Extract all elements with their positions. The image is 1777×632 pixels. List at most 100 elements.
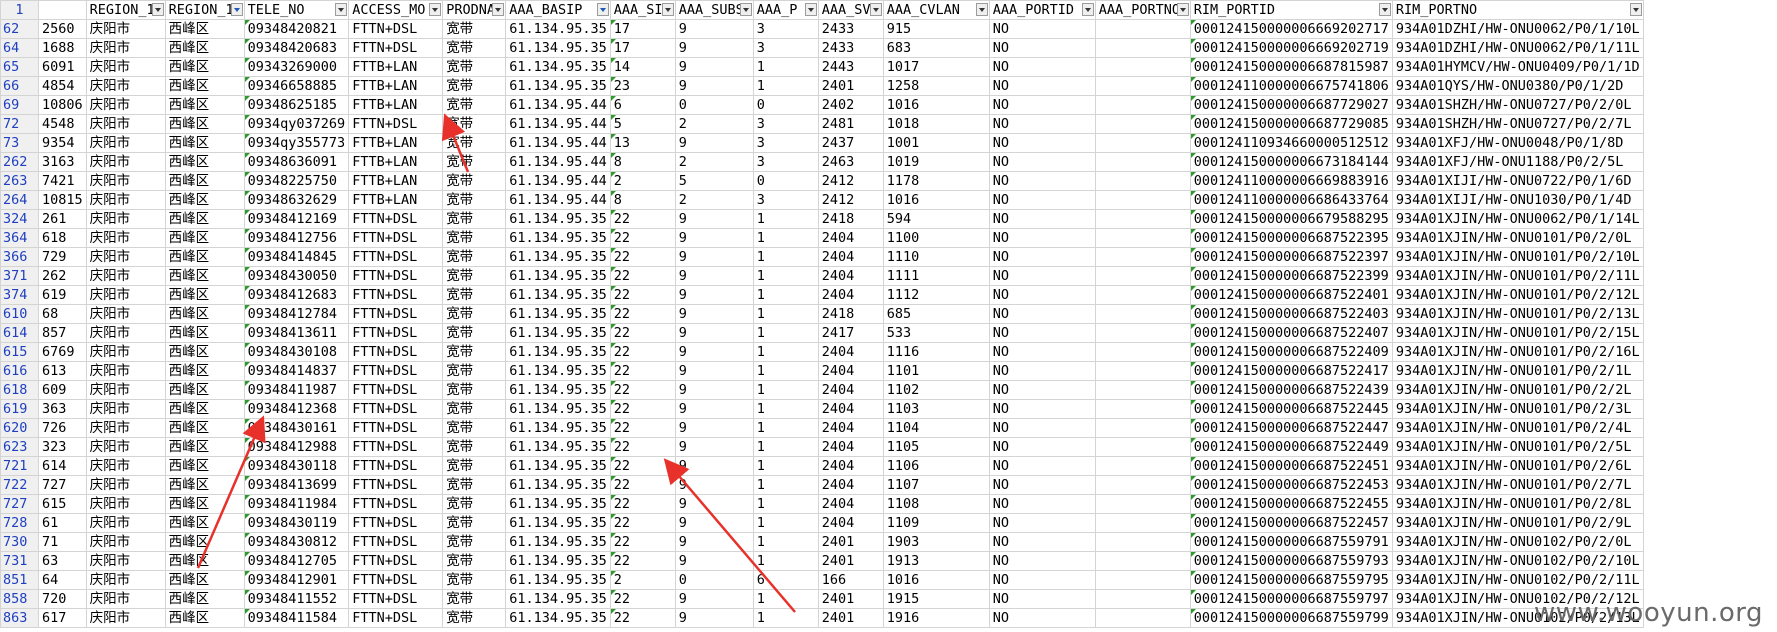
filter-dropdown-icon[interactable] — [230, 3, 243, 16]
table-cell[interactable]: 1100 — [882, 228, 990, 248]
table-cell[interactable]: 宽带 — [442, 361, 507, 381]
table-cell[interactable]: 934A01DZHI/HW-ONU0062/P0/1/11L — [1391, 38, 1644, 58]
table-cell[interactable]: 2404 — [817, 456, 884, 476]
table-cell[interactable]: 000124150000006669202719 — [1189, 38, 1393, 58]
table-cell[interactable]: 09348430119 — [243, 513, 350, 533]
table-cell[interactable]: 934A01XJIN/HW-ONU0101/P0/2/12L — [1391, 285, 1644, 305]
table-cell[interactable]: 613 — [38, 361, 87, 381]
table-cell[interactable]: 0 — [674, 570, 754, 590]
table-cell[interactable]: 西峰区 — [164, 285, 245, 305]
table-cell[interactable]: 726 — [38, 418, 87, 438]
table-cell[interactable]: 000124150000006687522449 — [1189, 437, 1393, 457]
table-cell[interactable]: NO — [988, 570, 1096, 590]
table-cell[interactable]: 22 — [609, 494, 676, 514]
table-cell[interactable]: 934A01XJIN/HW-ONU0102/P0/2/11L — [1391, 570, 1644, 590]
table-cell[interactable] — [1094, 266, 1191, 286]
row-number[interactable]: 614 — [0, 323, 39, 343]
column-header[interactable]: TELE_NO — [243, 0, 350, 20]
table-cell[interactable]: 宽带 — [442, 171, 507, 191]
table-cell[interactable]: 22 — [609, 437, 676, 457]
table-cell[interactable]: 934A01XJIN/HW-ONU0101/P0/2/13L — [1391, 304, 1644, 324]
table-cell[interactable]: 1916 — [882, 608, 990, 628]
table-cell[interactable]: NO — [988, 418, 1096, 438]
table-cell[interactable]: FTTB+LAN — [348, 152, 444, 172]
table-cell[interactable]: FTTN+DSL — [348, 228, 444, 248]
table-cell[interactable]: 000124150000006687522447 — [1189, 418, 1393, 438]
row-number[interactable]: 731 — [0, 551, 39, 571]
table-cell[interactable]: 1 — [752, 266, 819, 286]
table-cell[interactable]: FTTN+DSL — [348, 399, 444, 419]
table-cell[interactable]: 3163 — [38, 152, 87, 172]
table-cell[interactable]: 71 — [38, 532, 87, 552]
table-cell[interactable]: 619 — [38, 285, 87, 305]
table-cell[interactable]: 2 — [674, 114, 754, 134]
table-cell[interactable] — [1094, 114, 1191, 134]
table-cell[interactable]: 宽带 — [442, 437, 507, 457]
row-number[interactable]: 728 — [0, 513, 39, 533]
table-cell[interactable]: 1 — [752, 228, 819, 248]
table-cell[interactable]: 庆阳市 — [85, 19, 166, 39]
table-cell[interactable]: 000124150000006687559797 — [1189, 589, 1393, 609]
table-cell[interactable]: FTTN+DSL — [348, 323, 444, 343]
table-cell[interactable]: 庆阳市 — [85, 551, 166, 571]
table-cell[interactable]: 9 — [674, 304, 754, 324]
table-cell[interactable]: 庆阳市 — [85, 247, 166, 267]
table-cell[interactable]: NO — [988, 589, 1096, 609]
table-cell[interactable]: 2412 — [817, 171, 884, 191]
table-cell[interactable]: 000124150000006687729027 — [1189, 95, 1393, 115]
table-cell[interactable]: 西峰区 — [164, 532, 245, 552]
table-cell[interactable]: 宽带 — [442, 513, 507, 533]
table-cell[interactable]: NO — [988, 456, 1096, 476]
table-cell[interactable]: NO — [988, 247, 1096, 267]
table-cell[interactable]: 西峰区 — [164, 513, 245, 533]
table-cell[interactable]: 1688 — [38, 38, 87, 58]
table-cell[interactable]: FTTN+DSL — [348, 589, 444, 609]
table-cell[interactable]: 1 — [752, 323, 819, 343]
column-header[interactable]: ACCESS_MO — [348, 0, 444, 20]
table-cell[interactable]: 9 — [674, 475, 754, 495]
table-cell[interactable]: FTTB+LAN — [348, 95, 444, 115]
table-cell[interactable]: 1 — [752, 551, 819, 571]
table-cell[interactable]: 934A01XJIN/HW-ONU0101/P0/2/8L — [1391, 494, 1644, 514]
table-cell[interactable]: 西峰区 — [164, 76, 245, 96]
table-cell[interactable]: 685 — [882, 304, 990, 324]
table-cell[interactable]: 09348412756 — [243, 228, 350, 248]
filter-dropdown-icon[interactable] — [1378, 3, 1391, 16]
table-cell[interactable]: 000124150000006687522401 — [1189, 285, 1393, 305]
table-cell[interactable]: 10806 — [38, 95, 87, 115]
table-cell[interactable]: 西峰区 — [164, 228, 245, 248]
table-cell[interactable]: 934A01XJIN/HW-ONU0101/P0/2/1L — [1391, 361, 1644, 381]
table-cell[interactable]: 2401 — [817, 608, 884, 628]
table-cell[interactable]: 2404 — [817, 380, 884, 400]
table-cell[interactable]: NO — [988, 38, 1096, 58]
table-cell[interactable]: 西峰区 — [164, 570, 245, 590]
table-cell[interactable]: 22 — [609, 380, 676, 400]
table-cell[interactable]: 000124150000006687522451 — [1189, 456, 1393, 476]
table-cell[interactable]: 61.134.95.35 — [505, 57, 611, 77]
table-cell[interactable]: 庆阳市 — [85, 114, 166, 134]
table-cell[interactable]: 宽带 — [442, 114, 507, 134]
table-cell[interactable]: 庆阳市 — [85, 323, 166, 343]
table-cell[interactable]: 1 — [752, 437, 819, 457]
table-cell[interactable]: NO — [988, 266, 1096, 286]
table-cell[interactable]: 09348412784 — [243, 304, 350, 324]
table-cell[interactable]: 庆阳市 — [85, 285, 166, 305]
table-cell[interactable] — [1094, 494, 1191, 514]
table-cell[interactable]: FTTN+DSL — [348, 437, 444, 457]
table-cell[interactable]: 22 — [609, 304, 676, 324]
table-cell[interactable]: 262 — [38, 266, 87, 286]
row-number[interactable]: 66 — [0, 76, 39, 96]
table-cell[interactable]: 1 — [752, 285, 819, 305]
table-cell[interactable]: 西峰区 — [164, 19, 245, 39]
table-cell[interactable]: 宽带 — [442, 190, 507, 210]
column-header[interactable]: AAA_PORTID — [988, 0, 1096, 20]
table-cell[interactable]: 22 — [609, 475, 676, 495]
table-cell[interactable]: NO — [988, 209, 1096, 229]
table-cell[interactable]: 000124150000006687522403 — [1189, 304, 1393, 324]
table-cell[interactable]: 庆阳市 — [85, 475, 166, 495]
table-cell[interactable]: 宽带 — [442, 418, 507, 438]
table-cell[interactable]: 09348430050 — [243, 266, 350, 286]
table-cell[interactable] — [1094, 171, 1191, 191]
table-cell[interactable]: NO — [988, 475, 1096, 495]
filter-dropdown-icon[interactable] — [804, 3, 817, 16]
